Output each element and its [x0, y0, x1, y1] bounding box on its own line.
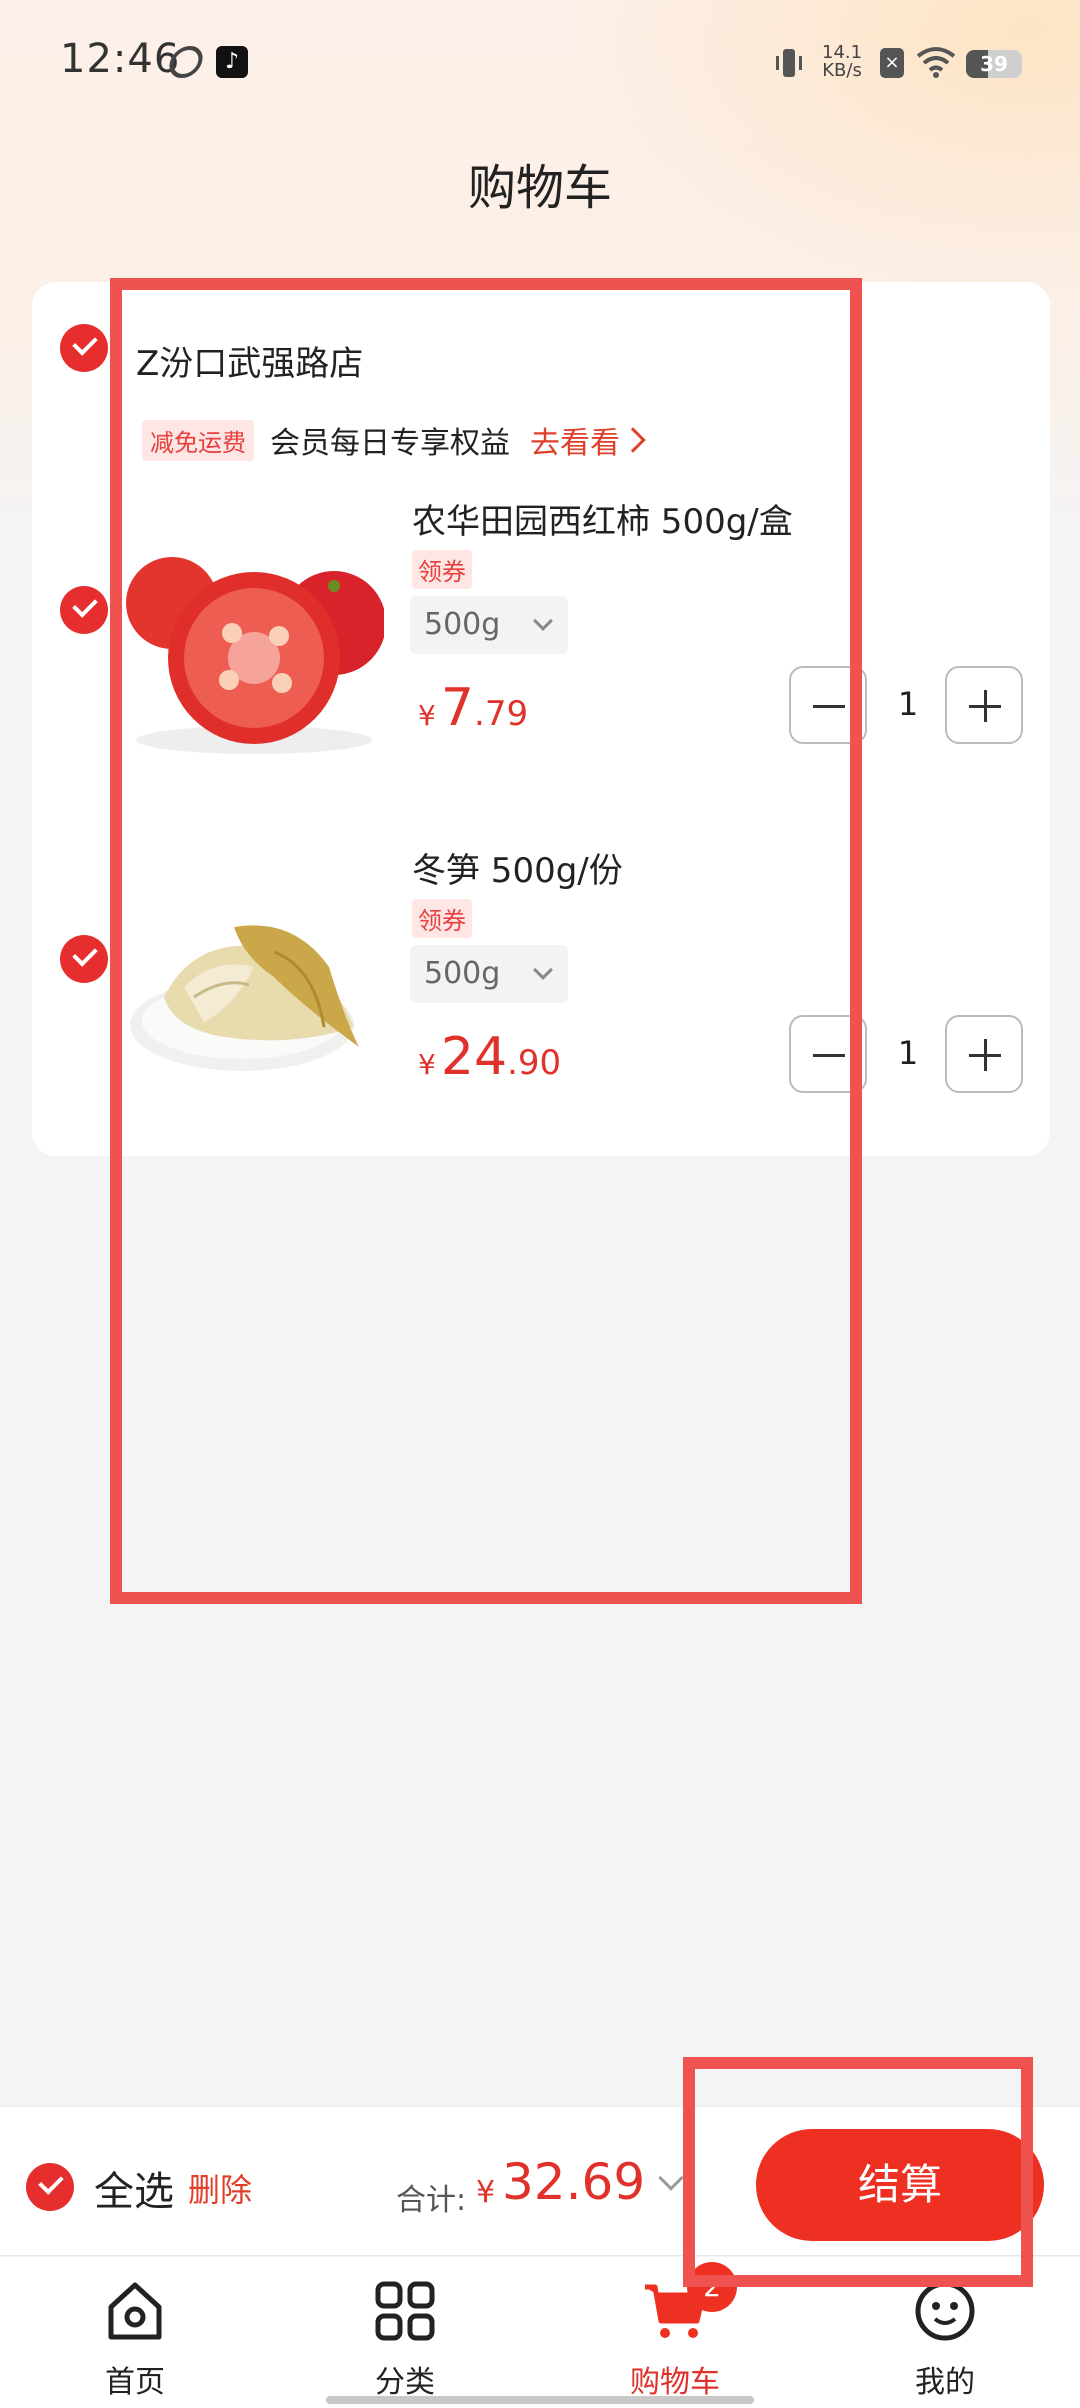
home-indicator[interactable]: [326, 2396, 754, 2404]
network-speed: 14.1 KB/s: [822, 44, 862, 80]
status-time: 12:46: [60, 36, 181, 82]
select-all-checkbox[interactable]: [26, 2163, 74, 2211]
page-title: 购物车: [467, 160, 612, 216]
total-currency: ¥: [476, 2175, 496, 2210]
vibrate-icon: [776, 49, 802, 77]
delete-button[interactable]: 删除: [188, 2165, 252, 2211]
store-checkbox[interactable]: [60, 324, 108, 372]
net-speed-unit: KB/s: [822, 60, 862, 81]
battery-icon: 39: [966, 50, 1022, 78]
quantity-increase-button[interactable]: [945, 666, 1023, 744]
tab-home[interactable]: 首页: [0, 2257, 270, 2408]
category-grid-icon: [375, 2281, 435, 2341]
wifi-icon: [916, 47, 956, 78]
item-checkbox[interactable]: [60, 935, 108, 983]
status-bar: 12:46 ♪ 14.1 KB/s × 39: [0, 0, 1080, 130]
battery-level: 39: [980, 52, 1008, 76]
tab-label: 首页: [105, 2365, 165, 2400]
chevron-down-icon[interactable]: [658, 2165, 684, 2191]
highlight-box-cart-items: [110, 278, 862, 1604]
quantity-increase-button[interactable]: [945, 1015, 1023, 1093]
total-amount: 32.69: [502, 2153, 646, 2211]
tab-label: 购物车: [630, 2365, 720, 2400]
tab-category[interactable]: 分类: [270, 2257, 540, 2408]
total-label: 合计:: [396, 2183, 467, 2218]
item-checkbox[interactable]: [60, 586, 108, 634]
home-icon: [108, 2282, 162, 2340]
quantity-value[interactable]: 1: [878, 685, 938, 723]
profile-face-icon: [915, 2281, 975, 2341]
highlight-box-checkout: [683, 2057, 1033, 2287]
tab-label: 我的: [915, 2365, 975, 2400]
tiktok-icon: ♪: [216, 46, 248, 78]
tab-label: 分类: [375, 2365, 435, 2400]
sim-x-icon: ×: [880, 48, 904, 78]
quantity-value[interactable]: 1: [878, 1034, 938, 1072]
select-all-label[interactable]: 全选: [94, 2159, 174, 2217]
